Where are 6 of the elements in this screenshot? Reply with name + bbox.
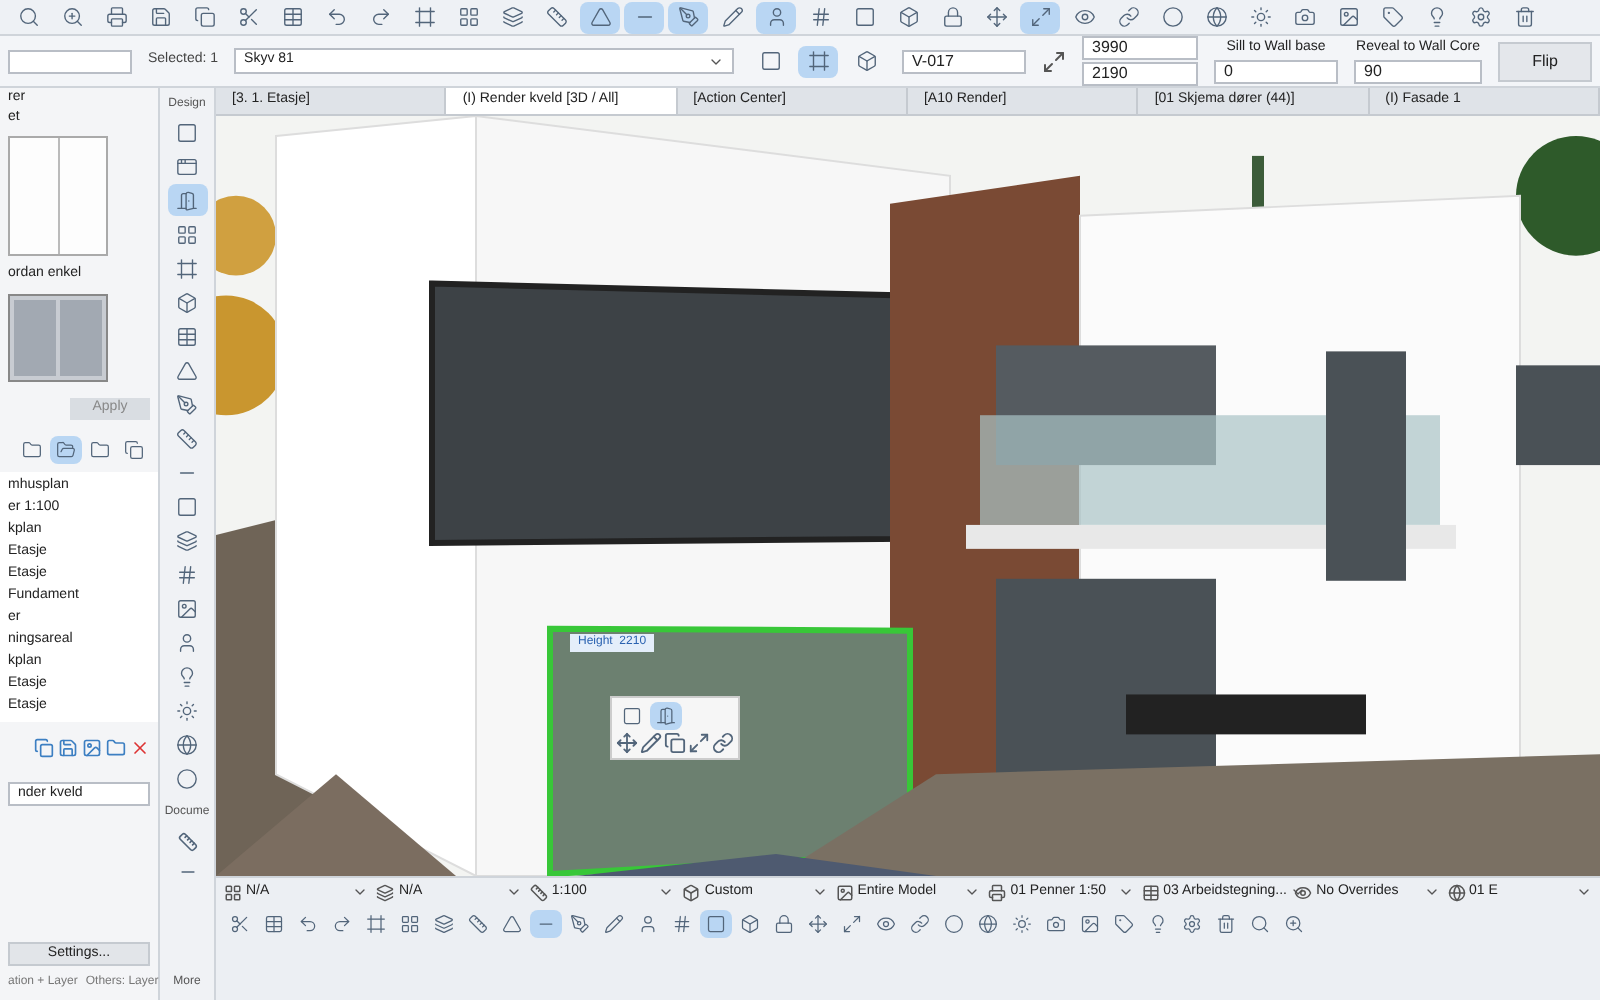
id-field[interactable]: V-017 xyxy=(902,49,1027,73)
height-field[interactable]: 2190 xyxy=(1082,62,1199,86)
flip-button[interactable]: Flip xyxy=(1498,41,1592,81)
reveal-field[interactable]: 90 xyxy=(1354,60,1483,85)
width-field[interactable]: 3990 xyxy=(1082,36,1199,60)
sill-field[interactable]: 0 xyxy=(1214,60,1339,85)
